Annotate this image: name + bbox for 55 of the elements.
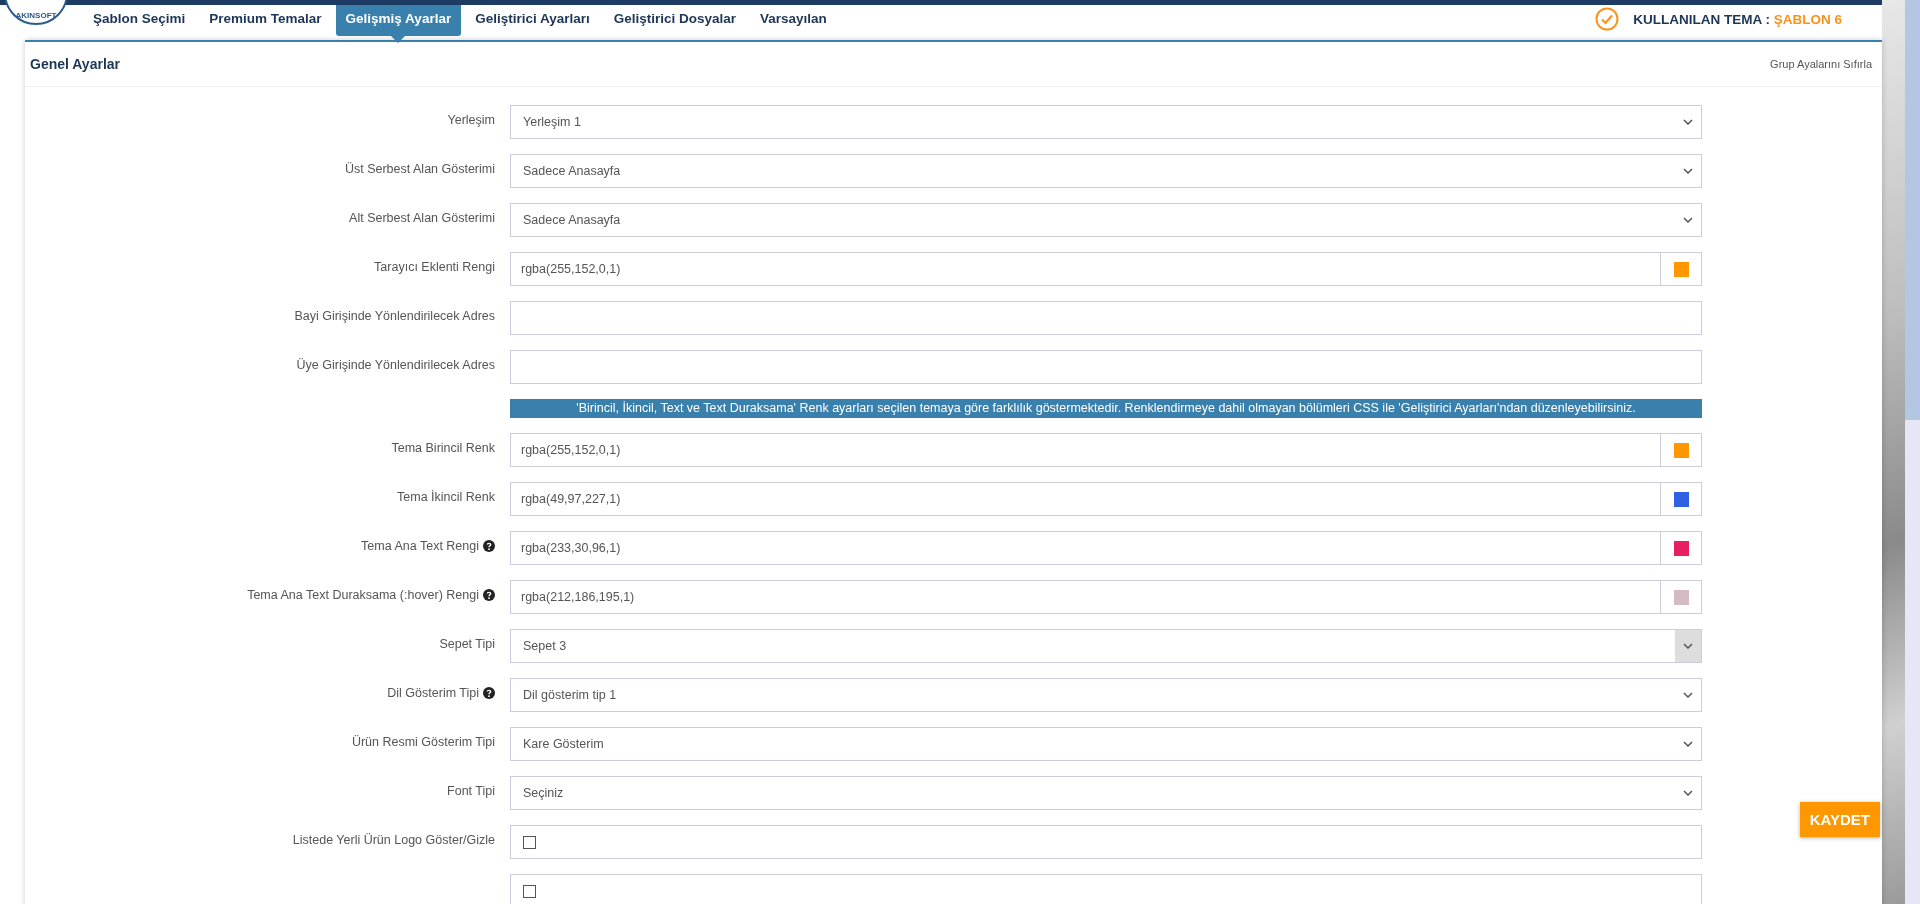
select-field[interactable]: Sepet 3 [510,629,1702,663]
color-swatch[interactable] [1673,540,1689,556]
field-label: Tema Ana Text Rengi [361,539,479,553]
field-label: Ürün Resmi Gösterim Tipi [351,735,495,749]
color-field[interactable]: rgba(49,97,227,1) [510,482,1702,516]
active-theme-label: KULLANILAN TEMA : ŞABLON 6 [1633,11,1842,27]
logo: AKINSOFT [4,0,68,25]
caret-icon [1683,741,1693,747]
caret-icon [1683,692,1693,698]
color-field[interactable]: rgba(233,30,96,1) [510,531,1702,565]
tab[interactable]: Varsayılan [750,5,837,36]
color-field[interactable]: rgba(255,152,0,1) [510,433,1702,467]
field-label: Tema Ana Text Duraksama (:hover) Rengi [247,588,479,602]
field-label: Sepet Tipi [439,637,495,651]
caret-icon [1683,790,1693,796]
field-label: Yerleşim [447,113,495,127]
reset-link[interactable]: Grup Ayalarını Sıfırla [1770,58,1872,70]
scrollbar[interactable] [1905,0,1920,904]
tab[interactable]: Şablon Seçimi [83,5,196,36]
color-swatch[interactable] [1673,442,1689,458]
select-field[interactable]: Seçiniz [510,776,1702,810]
field-label: Dil Gösterim Tipi [387,686,479,700]
field-label: Tarayıcı Eklenti Rengi [374,260,495,274]
checkbox[interactable] [523,884,536,898]
tab[interactable]: Geliştirici Ayarları [465,5,600,36]
caret-icon [1683,643,1693,649]
input-field[interactable] [510,301,1702,335]
caret-icon [1683,119,1693,125]
field-label: Tema Birincil Renk [391,441,495,455]
panel-title: Genel Ayarlar [30,56,120,72]
field-label: Üye Girişinde Yönlendirilecek Adres [296,358,495,372]
select-field[interactable]: Dil gösterim tip 1 [510,678,1702,712]
caret-icon [1683,217,1693,223]
field-label: Font Tipi [447,784,495,798]
tab[interactable]: Geliştirici Dosyalar [603,5,747,36]
field-label: Üst Serbest Alan Gösterimi [344,162,495,176]
select-field[interactable]: Kare Gösterim [510,727,1702,761]
field-label: Listede Yerli Ürün Logo Göster/Gizle [292,833,495,847]
color-field[interactable]: rgba(255,152,0,1) [510,252,1702,286]
color-swatch[interactable] [1673,589,1689,605]
color-swatch[interactable] [1673,491,1689,507]
info-banner: 'Birincil, İkincil, Text ve Text Duraksama' Renk ayarları seçilen temaya göre farklılık göstermektedir. Renklendirmeye dahil olmayan bölümleri CSS ile 'Geliştirici Ayarları'ndan düzenleyebilirsiniz. [510,399,1702,418]
check-circle-icon [1595,7,1620,31]
input-field[interactable] [510,350,1702,384]
color-swatch[interactable] [1673,261,1689,277]
caret-icon [1683,168,1693,174]
select-field[interactable]: Sadece Anasayfa [510,154,1702,188]
color-field[interactable]: rgba(212,186,195,1) [510,580,1702,614]
field-label: Bayi Girişinde Yönlendirilecek Adres [294,309,495,323]
select-field[interactable]: Sadece Anasayfa [510,203,1702,237]
checkbox[interactable] [523,835,536,849]
field-label: Tema İkincil Renk [397,490,495,504]
tab[interactable]: Premium Temalar [199,5,332,36]
field-label: Alt Serbest Alan Gösterimi [349,211,495,225]
select-field[interactable]: Yerleşim 1 [510,105,1702,139]
